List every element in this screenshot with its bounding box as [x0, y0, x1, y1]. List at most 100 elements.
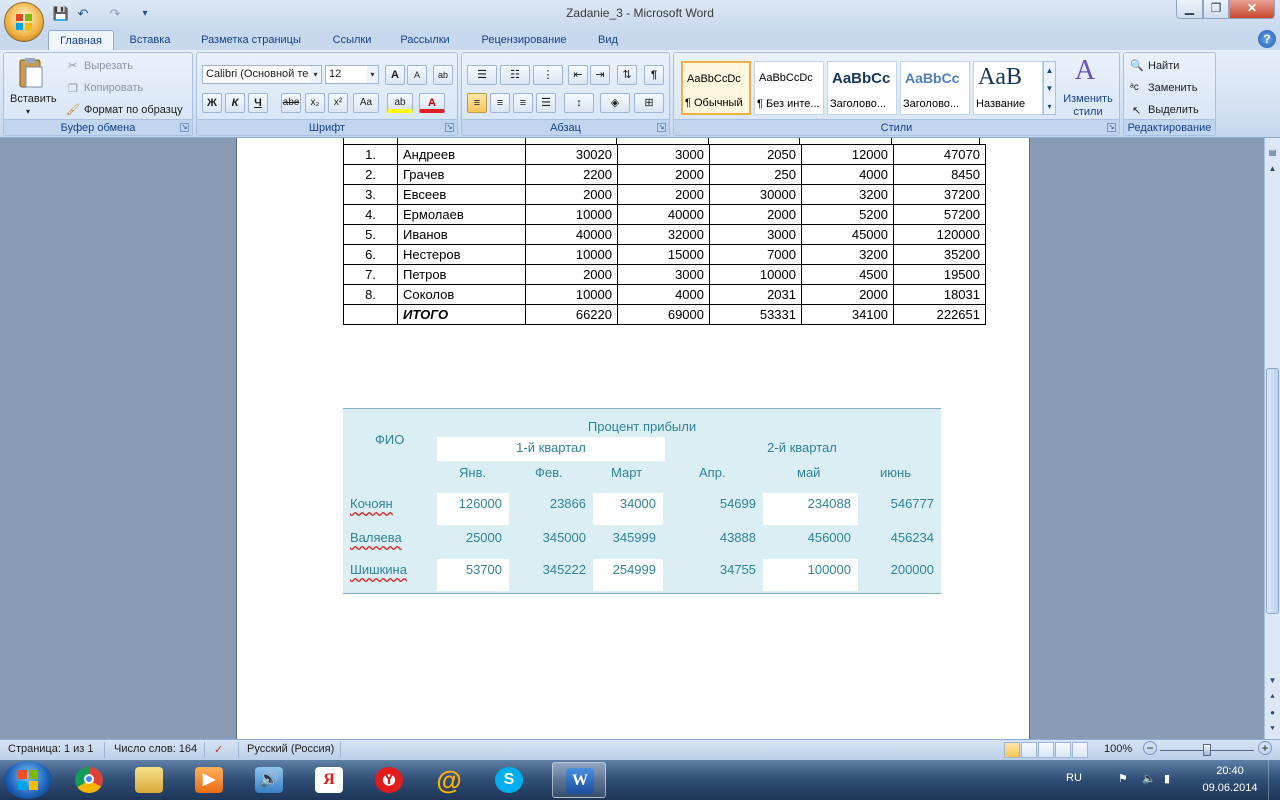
- value-cell[interactable]: 12000: [801, 144, 894, 165]
- clock-date[interactable]: 09.06.2014: [1196, 782, 1264, 794]
- total-value-cell[interactable]: 222651: [893, 304, 986, 325]
- style-heading-1[interactable]: AaBbCc Заголово...: [827, 61, 897, 115]
- cut-icon[interactable]: ✂: [68, 59, 77, 72]
- minimize-button[interactable]: ▁: [1176, 0, 1203, 19]
- shading-icon[interactable]: ◈: [600, 93, 630, 113]
- cut-button[interactable]: Вырезать: [84, 60, 133, 72]
- zoom-slider-thumb[interactable]: [1203, 744, 1211, 756]
- row-number[interactable]: 5.: [343, 224, 398, 245]
- line-spacing-icon[interactable]: ↕: [564, 93, 594, 113]
- align-right-icon[interactable]: ≡: [513, 93, 533, 113]
- person-name[interactable]: Нестеров: [397, 244, 526, 265]
- total-value-cell[interactable]: 34100: [801, 304, 894, 325]
- spelling-check-icon[interactable]: ✓: [214, 743, 223, 756]
- tab-insert[interactable]: Вставка: [120, 30, 180, 50]
- profit-value[interactable]: 456000: [781, 530, 851, 545]
- shrink-font-button[interactable]: A: [407, 65, 427, 85]
- show-marks-button[interactable]: ¶: [644, 65, 664, 85]
- person-name[interactable]: Петров: [397, 264, 526, 285]
- value-cell[interactable]: 7000: [709, 244, 802, 265]
- value-cell[interactable]: 40000: [617, 204, 710, 225]
- person-name[interactable]: Грачев: [397, 164, 526, 185]
- next-page-icon[interactable]: ⯆: [1266, 722, 1279, 736]
- value-cell[interactable]: 3000: [617, 144, 710, 165]
- tab-home[interactable]: Главная: [48, 30, 114, 50]
- superscript-button[interactable]: x²: [328, 93, 348, 113]
- value-cell[interactable]: 2031: [709, 284, 802, 305]
- yandex-icon[interactable]: Я: [302, 762, 356, 798]
- value-cell[interactable]: 5200: [801, 204, 894, 225]
- highlight-button[interactable]: ab: [387, 93, 413, 113]
- value-cell[interactable]: 57200: [893, 204, 986, 225]
- row-number[interactable]: 6.: [343, 244, 398, 265]
- clock-time[interactable]: 20:40: [1200, 765, 1260, 777]
- tab-mailings[interactable]: Рассылки: [390, 30, 460, 50]
- copy-button[interactable]: Копировать: [84, 82, 143, 94]
- person-name[interactable]: Андреев: [397, 144, 526, 165]
- styles-launcher-icon[interactable]: ↘: [1107, 123, 1116, 132]
- tray-network-icon[interactable]: ▮: [1164, 772, 1170, 785]
- align-left-icon[interactable]: ≡: [467, 93, 487, 113]
- word-icon[interactable]: W: [552, 762, 606, 798]
- value-cell[interactable]: 3000: [617, 264, 710, 285]
- zoom-level[interactable]: 100%: [1104, 743, 1132, 755]
- change-case-button[interactable]: Aa: [353, 93, 379, 113]
- total-value-cell[interactable]: 66220: [525, 304, 618, 325]
- yandex-browser-icon[interactable]: Y: [362, 762, 416, 798]
- profit-value[interactable]: 345999: [586, 530, 656, 545]
- office-button[interactable]: [4, 2, 44, 42]
- vertical-scrollbar[interactable]: ▤ ▲ ▼ ⯅ ● ⯆: [1264, 138, 1280, 739]
- scroll-up-icon[interactable]: ▲: [1266, 162, 1279, 176]
- value-cell[interactable]: 4500: [801, 264, 894, 285]
- value-cell[interactable]: 15000: [617, 244, 710, 265]
- value-cell[interactable]: 2000: [525, 184, 618, 205]
- clipboard-launcher-icon[interactable]: ↘: [180, 123, 189, 132]
- maximize-button[interactable]: ❐: [1203, 0, 1229, 19]
- profit-value[interactable]: 200000: [864, 562, 934, 577]
- numbering-icon[interactable]: ☷: [500, 65, 530, 85]
- person-name[interactable]: Ермолаев: [397, 204, 526, 225]
- subscript-button[interactable]: x₂: [305, 93, 325, 113]
- multilevel-list-icon[interactable]: ⋮: [533, 65, 563, 85]
- value-cell[interactable]: 3000: [709, 224, 802, 245]
- paste-dropdown-icon[interactable]: ▾: [26, 107, 30, 116]
- outline-view-icon[interactable]: [1055, 742, 1071, 758]
- strikethrough-button[interactable]: abe: [281, 93, 301, 113]
- zoom-out-button[interactable]: −: [1143, 741, 1157, 755]
- underline-button[interactable]: Ч: [248, 93, 268, 113]
- select-button[interactable]: Выделить: [1148, 104, 1199, 116]
- person-name[interactable]: Кочоян: [350, 496, 393, 511]
- profit-value[interactable]: 254999: [586, 562, 656, 577]
- bullets-icon[interactable]: ☰: [467, 65, 497, 85]
- browse-object-icon[interactable]: ●: [1266, 706, 1279, 720]
- tab-references[interactable]: Ссылки: [322, 30, 382, 50]
- value-cell[interactable]: 2000: [709, 204, 802, 225]
- help-icon[interactable]: ?: [1258, 30, 1276, 48]
- clear-format-icon[interactable]: ab: [433, 65, 453, 85]
- profit-value[interactable]: 53700: [432, 562, 502, 577]
- profit-value[interactable]: 54699: [686, 496, 756, 511]
- tab-review[interactable]: Рецензирование: [470, 30, 578, 50]
- document-page[interactable]: 1. Андреев 30020 3000 2050 12000 47070 2. Грачев…: [236, 138, 1030, 739]
- start-button[interactable]: [4, 761, 52, 799]
- bold-button[interactable]: Ж: [202, 93, 222, 113]
- profit-value[interactable]: 23866: [516, 496, 586, 511]
- input-language[interactable]: RU: [1066, 772, 1082, 784]
- tray-flag-icon[interactable]: ⚑: [1118, 772, 1128, 785]
- italic-button[interactable]: К: [225, 93, 245, 113]
- font-launcher-icon[interactable]: ↘: [445, 123, 454, 132]
- value-cell[interactable]: 10000: [525, 204, 618, 225]
- format-painter-button[interactable]: Формат по образцу: [84, 104, 183, 116]
- person-name[interactable]: Соколов: [397, 284, 526, 305]
- row-number[interactable]: 8.: [343, 284, 398, 305]
- language-indicator[interactable]: Русский (Россия): [247, 743, 334, 755]
- value-cell[interactable]: 18031: [893, 284, 986, 305]
- audio-icon[interactable]: 🔊: [242, 762, 296, 798]
- style-no-spacing[interactable]: AaBbCcDc ¶ Без инте...: [754, 61, 824, 115]
- value-cell[interactable]: 10000: [525, 284, 618, 305]
- find-button[interactable]: Найти: [1148, 60, 1179, 72]
- empty-cell[interactable]: [343, 304, 398, 325]
- replace-icon[interactable]: ᵃc: [1130, 82, 1139, 93]
- value-cell[interactable]: 250: [709, 164, 802, 185]
- value-cell[interactable]: 4000: [801, 164, 894, 185]
